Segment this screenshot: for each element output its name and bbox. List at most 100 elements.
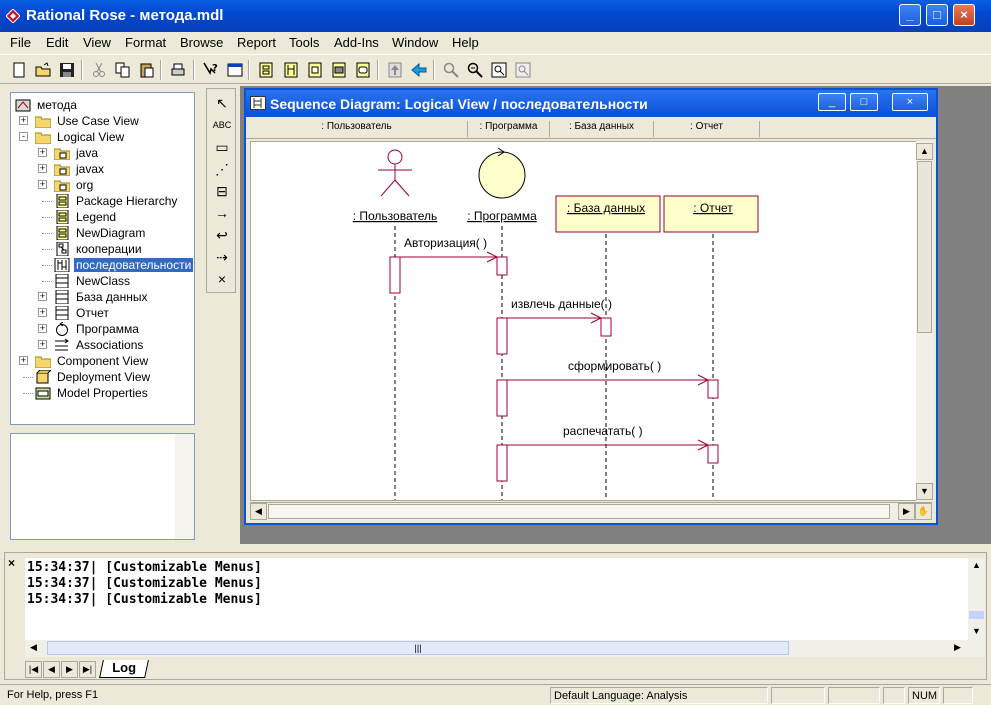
control-object-program[interactable] — [478, 147, 526, 199]
expand-toggle-icon[interactable]: + — [19, 356, 28, 365]
message-tool[interactable]: → — [210, 203, 234, 223]
cut-icon[interactable] — [88, 59, 110, 81]
object-header-cell[interactable]: : Программа — [468, 121, 550, 137]
tree-item[interactable]: Use Case View — [35, 113, 141, 129]
minimize-button[interactable]: _ — [899, 4, 921, 26]
diagram-title-bar[interactable]: Sequence Diagram: Logical View / последо… — [246, 90, 936, 117]
expand-toggle-icon[interactable]: + — [38, 148, 47, 157]
message-arrow[interactable] — [507, 439, 710, 451]
tree-root[interactable]: метода — [15, 97, 79, 113]
hand-pan-icon[interactable]: ✋ — [915, 503, 932, 520]
tree-item[interactable]: javax — [54, 161, 106, 177]
message-arrow[interactable] — [400, 251, 499, 263]
note-tool[interactable]: ▭ — [210, 137, 234, 157]
log-scroll-thumb[interactable] — [969, 611, 984, 619]
view-doc-icon[interactable] — [224, 59, 246, 81]
save-icon[interactable] — [56, 59, 78, 81]
menu-format[interactable]: Format — [125, 35, 166, 50]
previous-diagram-icon[interactable] — [408, 59, 430, 81]
tree-item[interactable]: Component View — [35, 353, 150, 369]
menu-window[interactable]: Window — [392, 35, 438, 50]
tab-prev-icon[interactable]: ◀ — [43, 661, 60, 678]
log-horizontal-scrollbar[interactable]: ◀ ||| ▶ — [25, 640, 985, 657]
activation-bar[interactable] — [707, 379, 719, 399]
expand-toggle-icon[interactable]: + — [19, 116, 28, 125]
object-header-cell[interactable]: : База данных — [550, 121, 654, 137]
vertical-scroll-thumb[interactable] — [917, 161, 932, 333]
paste-icon[interactable] — [136, 59, 158, 81]
activation-bar[interactable] — [496, 256, 508, 276]
menu-file[interactable]: File — [10, 35, 31, 50]
message-label[interactable]: распечатать( ) — [563, 424, 643, 438]
tree-item[interactable]: NewDiagram — [54, 225, 147, 241]
activation-bar[interactable] — [707, 444, 719, 464]
tree-item[interactable]: Legend — [54, 209, 118, 225]
message-arrow[interactable] — [507, 374, 710, 386]
interaction-diagram-icon[interactable] — [280, 59, 302, 81]
actor-user[interactable] — [378, 149, 412, 197]
horizontal-scroll-thumb[interactable] — [268, 504, 890, 519]
scroll-down-icon[interactable]: ▼ — [916, 483, 933, 500]
component-diagram-icon[interactable] — [304, 59, 326, 81]
deployment-diagram-icon[interactable] — [328, 59, 350, 81]
browse-parent-icon[interactable] — [384, 59, 406, 81]
log-horizontal-thumb[interactable]: ||| — [47, 641, 789, 655]
tree-item[interactable]: Associations — [54, 337, 145, 353]
log-scroll-up-icon[interactable]: ▲ — [968, 558, 985, 575]
log-vertical-scrollbar[interactable]: ▲ ▼ — [968, 558, 985, 640]
tree-item[interactable]: Model Properties — [35, 385, 150, 401]
activation-bar[interactable] — [496, 444, 508, 482]
state-diagram-icon[interactable] — [352, 59, 374, 81]
title-bar[interactable]: Rational Rose - метода.mdl _ □ × — [0, 0, 991, 32]
self-message-tool[interactable]: ↩ — [210, 225, 234, 245]
fit-window-icon[interactable] — [488, 59, 510, 81]
close-button[interactable]: × — [953, 4, 975, 26]
tab-first-icon[interactable]: |◀ — [25, 661, 42, 678]
menu-report[interactable]: Report — [237, 35, 276, 50]
object-header-cell[interactable]: : Пользователь — [246, 121, 468, 137]
tree-item[interactable]: База данных — [54, 289, 149, 305]
tree-item[interactable]: Deployment View — [35, 369, 152, 385]
undo-fit-icon[interactable] — [512, 59, 534, 81]
open-icon[interactable] — [32, 59, 54, 81]
diagram-close-button[interactable]: × — [892, 93, 928, 111]
documentation-pane[interactable] — [10, 433, 195, 540]
message-label[interactable]: извлечь данные( ) — [511, 297, 612, 311]
diagram-minimize-button[interactable]: _ — [818, 93, 846, 111]
tree-item[interactable]: org — [54, 177, 95, 193]
activation-bar[interactable] — [496, 379, 508, 417]
log-text-area[interactable]: 15:34:37| [Customizable Menus] 15:34:37| … — [25, 558, 968, 640]
zoom-out-icon[interactable] — [464, 59, 486, 81]
diagram-restore-button[interactable]: □ — [850, 93, 878, 111]
zoom-in-icon[interactable] — [440, 59, 462, 81]
log-scroll-left-icon[interactable]: ◀ — [25, 640, 42, 657]
expand-toggle-icon[interactable]: + — [38, 292, 47, 301]
diagram-canvas[interactable]: : Пользователь: Программа: База данных: … — [250, 141, 932, 501]
context-help-icon[interactable]: ? — [200, 59, 222, 81]
expand-toggle-icon[interactable]: + — [38, 340, 47, 349]
scroll-left-icon[interactable]: ◀ — [250, 503, 267, 520]
anchor-tool[interactable]: ⋰ — [210, 159, 234, 179]
selection-tool[interactable]: ↖ — [210, 93, 234, 113]
object-tool[interactable]: ⊟ — [210, 181, 234, 201]
menu-edit[interactable]: Edit — [46, 35, 68, 50]
menu-tools[interactable]: Tools — [289, 35, 319, 50]
menu-help[interactable]: Help — [452, 35, 479, 50]
tab-next-icon[interactable]: ▶ — [61, 661, 78, 678]
expand-toggle-icon[interactable]: + — [38, 324, 47, 333]
tree-item[interactable]: последовательности — [54, 257, 194, 273]
tree-item[interactable]: Package Hierarchy — [54, 193, 179, 209]
tree-item[interactable]: java — [54, 145, 100, 161]
tree-item[interactable]: кооперации — [54, 241, 144, 257]
tree-item[interactable]: NewClass — [54, 273, 132, 289]
activation-bar[interactable] — [600, 317, 612, 337]
menu-add-ins[interactable]: Add-Ins — [334, 35, 379, 50]
tab-log[interactable]: Log — [99, 660, 149, 678]
tree-item[interactable]: Программа — [54, 321, 141, 337]
tree-item[interactable]: Logical View — [35, 129, 126, 145]
text-tool[interactable]: ABC — [210, 115, 234, 135]
maximize-button[interactable]: □ — [926, 4, 948, 26]
expand-toggle-icon[interactable]: + — [38, 164, 47, 173]
tree-item[interactable]: Отчет — [54, 305, 111, 321]
log-close-icon[interactable]: × — [8, 556, 15, 570]
